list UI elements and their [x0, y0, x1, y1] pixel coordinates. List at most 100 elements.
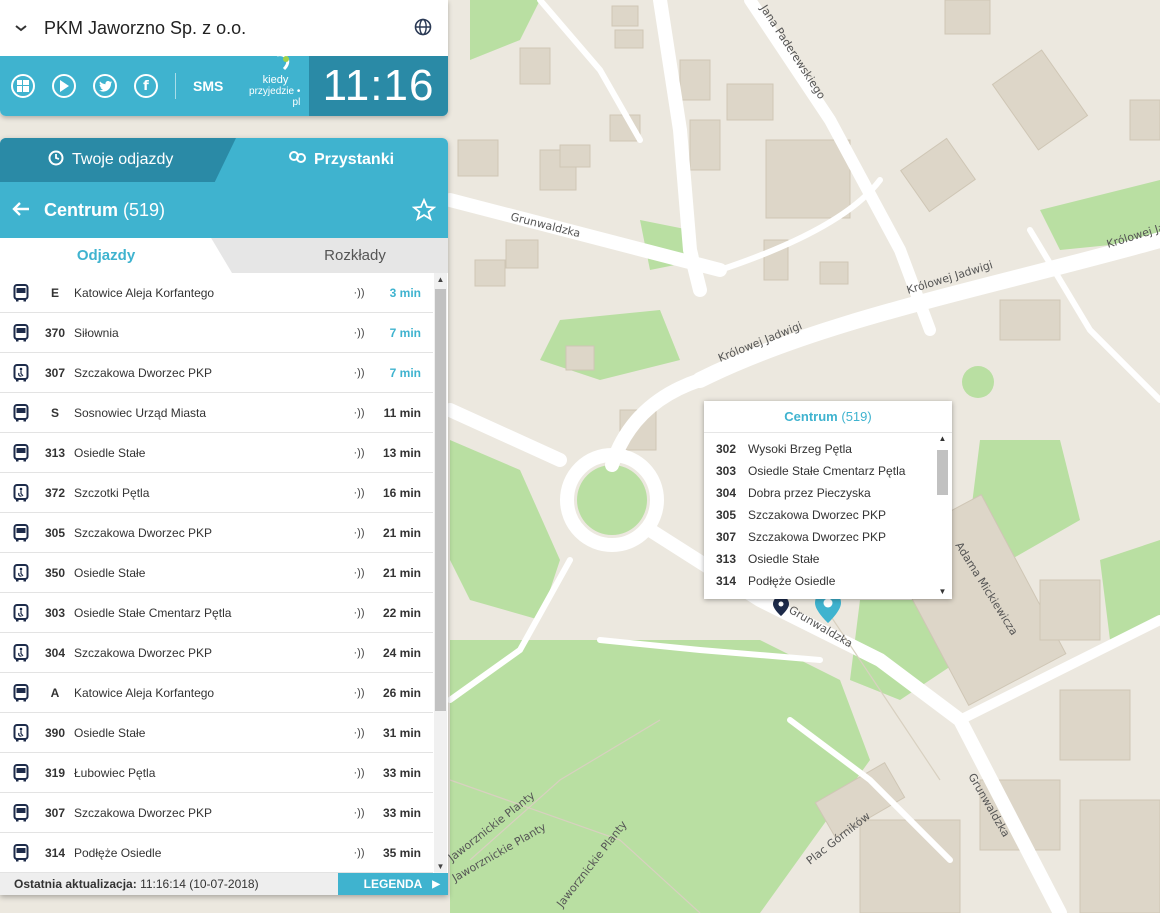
popup-line-row[interactable]: 307 Szczakowa Dworzec PKP [704, 526, 938, 548]
destination: Katowice Aleja Korfantego [74, 285, 215, 300]
departures-list[interactable]: E Katowice Aleja Korfantego ·)) 3 min 370 Sił… [0, 273, 433, 873]
line-number: A [50, 685, 60, 700]
scrollbar-thumb[interactable] [937, 450, 948, 495]
accessible-bus-icon [0, 363, 42, 382]
line-number: S [50, 405, 59, 420]
destination: Podłęże Osiedle [748, 574, 836, 588]
popup-stop-name: Centrum [784, 409, 838, 424]
destination: Siłownia [74, 325, 119, 340]
departure-time: 21 min [382, 525, 421, 540]
stop-popup: Centrum (519) 302 Wysoki Brzeg Pętla 303 Os… [704, 401, 952, 599]
departure-row[interactable]: 314 Podłęże Osiedle ·)) 35 min [0, 833, 433, 873]
realtime-icon: ·)) [353, 846, 365, 859]
departure-row[interactable]: 307 Szczakowa Dworzec PKP ·)) 33 min [0, 793, 433, 833]
scroll-down-icon[interactable]: ▼ [936, 587, 949, 596]
twitter-icon[interactable] [93, 74, 117, 98]
line-number: 307 [715, 530, 737, 544]
popup-title[interactable]: Centrum (519) [704, 401, 952, 433]
scrollbar-thumb[interactable] [435, 289, 446, 711]
scroll-up-icon[interactable]: ▲ [936, 434, 949, 443]
back-arrow-icon[interactable] [12, 197, 44, 223]
sub-tabs: Odjazdy Rozkłady [0, 238, 448, 273]
destination: Podłęże Osiedle [74, 845, 162, 860]
departures-panel: Twoje odjazdy Przystanki Centrum (519) O… [0, 138, 448, 895]
departure-row[interactable]: 390 Osiedle Stałe ·)) 31 min [0, 713, 433, 753]
chevron-right-icon: ▶ [432, 878, 440, 890]
scroll-up-icon[interactable]: ▲ [434, 275, 447, 284]
line-number: 350 [44, 565, 66, 580]
main-tabs: Twoje odjazdy Przystanki [0, 138, 448, 182]
popup-line-row[interactable]: 303 Osiedle Stałe Cmentarz Pętla [704, 460, 938, 482]
realtime-icon: ·)) [353, 766, 365, 779]
tab-departures[interactable]: Odjazdy [0, 238, 232, 273]
globe-icon[interactable] [414, 18, 434, 38]
departure-row[interactable]: 305 Szczakowa Dworzec PKP ·)) 21 min [0, 513, 433, 553]
sms-button[interactable]: SMS [193, 78, 223, 94]
popup-lines-list[interactable]: 302 Wysoki Brzeg Pętla 303 Osiedle Stałe Cm… [704, 438, 938, 592]
footer: Ostatnia aktualizacja: 11:16:14 (10-07-2… [0, 873, 448, 895]
departure-row[interactable]: 313 Osiedle Stałe ·)) 13 min [0, 433, 433, 473]
logo-text-bottom: przyjedzie [249, 85, 295, 97]
stop-header: Centrum (519) [0, 182, 448, 238]
kiedy-przyjedzie-logo[interactable]: kiedy przyjedzie • pl [240, 52, 300, 108]
departure-row[interactable]: 307 Szczakowa Dworzec PKP ·)) 7 min [0, 353, 433, 393]
chevron-down-icon[interactable] [14, 20, 34, 36]
realtime-icon: ·)) [353, 366, 365, 379]
destination: Osiedle Stałe Cmentarz Pętla [74, 605, 232, 620]
departure-row[interactable]: 303 Osiedle Stałe Cmentarz Pętla ·)) 22 min [0, 593, 433, 633]
destination: Osiedle Stałe Cmentarz Pętla [748, 464, 906, 478]
bus-icon [0, 283, 42, 302]
scroll-down-icon[interactable]: ▼ [434, 862, 447, 871]
legend-button[interactable]: LEGENDA ▶ [338, 873, 448, 895]
line-number: 313 [715, 552, 737, 566]
realtime-icon: ·)) [353, 286, 365, 299]
departure-row[interactable]: 304 Szczakowa Dworzec PKP ·)) 24 min [0, 633, 433, 673]
destination: Wysoki Brzeg Pętla [748, 442, 852, 456]
line-number: 303 [44, 605, 66, 620]
popup-line-row[interactable]: 305 Szczakowa Dworzec PKP [704, 504, 938, 526]
realtime-icon: ·)) [353, 806, 365, 819]
line-number: 307 [44, 805, 66, 820]
tab-your-departures[interactable]: Twoje odjazdy [0, 138, 236, 182]
bus-icon [0, 323, 42, 342]
line-number: 372 [44, 485, 66, 500]
destination: Osiedle Stałe [74, 565, 146, 580]
legend-label: LEGENDA [363, 877, 423, 891]
departure-row[interactable]: S Sosnowiec Urząd Miasta ·)) 11 min [0, 393, 433, 433]
stops-icon [288, 150, 308, 171]
line-number: 305 [715, 508, 737, 522]
divider [175, 73, 176, 99]
windows-icon[interactable] [11, 74, 35, 98]
departure-row[interactable]: 370 Siłownia ·)) 7 min [0, 313, 433, 353]
scrollbar[interactable]: ▲ ▼ [434, 273, 447, 873]
destination: Osiedle Stałe [74, 725, 146, 740]
accessible-bus-icon [0, 723, 42, 742]
popup-line-row[interactable]: 304 Dobra przez Pieczyska [704, 482, 938, 504]
facebook-icon[interactable]: f [134, 74, 158, 98]
departure-time: 16 min [382, 485, 421, 500]
popup-line-row[interactable]: 313 Osiedle Stałe [704, 548, 938, 570]
line-number: E [50, 285, 59, 300]
play-store-icon[interactable] [52, 74, 76, 98]
departure-time: 33 min [382, 765, 421, 780]
departure-row[interactable]: E Katowice Aleja Korfantego ·)) 3 min [0, 273, 433, 313]
departure-row[interactable]: 319 Łubowiec Pętla ·)) 33 min [0, 753, 433, 793]
destination: Szczotki Pętla [74, 485, 150, 500]
tab-timetables[interactable]: Rozkłady [232, 238, 448, 273]
popup-scrollbar[interactable]: ▲ ▼ [936, 434, 949, 596]
operator-name[interactable]: PKM Jaworzno Sp. z o.o. [44, 18, 414, 39]
star-icon[interactable] [411, 197, 437, 222]
operator-selector[interactable]: PKM Jaworzno Sp. z o.o. [0, 0, 448, 56]
popup-line-row[interactable]: 314 Podłęże Osiedle [704, 570, 938, 592]
tab-stops[interactable]: Przystanki [236, 138, 448, 182]
popup-line-row[interactable]: 302 Wysoki Brzeg Pętla [704, 438, 938, 460]
departure-row[interactable]: 372 Szczotki Pętla ·)) 16 min [0, 473, 433, 513]
accessible-bus-icon [0, 603, 42, 622]
bus-icon [0, 763, 42, 782]
departure-row[interactable]: A Katowice Aleja Korfantego ·)) 26 min [0, 673, 433, 713]
realtime-icon: ·)) [353, 686, 365, 699]
accessible-bus-icon [0, 483, 42, 502]
line-number: 370 [44, 325, 66, 340]
departure-row[interactable]: 350 Osiedle Stałe ·)) 21 min [0, 553, 433, 593]
destination: Katowice Aleja Korfantego [74, 685, 215, 700]
